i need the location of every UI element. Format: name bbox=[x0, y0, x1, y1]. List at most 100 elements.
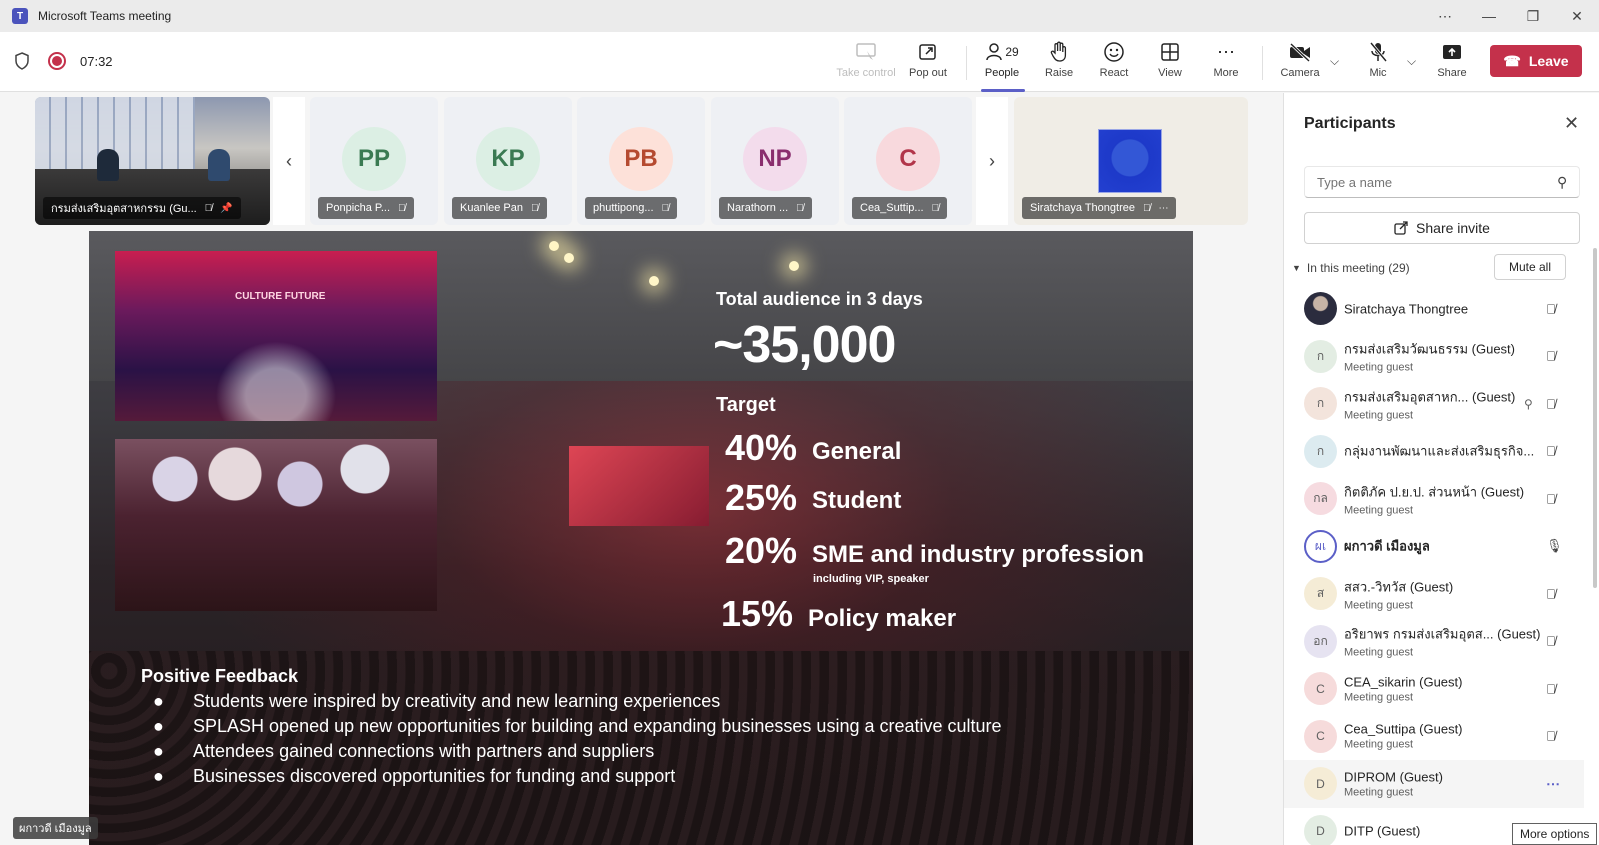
raise-hand-button[interactable]: Raise bbox=[1030, 40, 1088, 86]
mic-off-icon: 🎙̸ bbox=[661, 202, 670, 214]
ceiling-light bbox=[549, 241, 559, 251]
share-invite-button[interactable]: Share invite bbox=[1304, 212, 1580, 244]
mic-off-icon: 🎙̸ bbox=[204, 202, 213, 214]
event-photo-stage: CULTURE FUTURE bbox=[115, 251, 437, 421]
smiley-icon bbox=[1103, 40, 1125, 64]
share-button[interactable]: Share bbox=[1423, 40, 1481, 86]
participants-panel: Participants ✕ ⚲ Share invite ▼ In this … bbox=[1283, 93, 1599, 845]
avatar: PP bbox=[342, 127, 406, 191]
participant-name-tag: กรมส่งเสริมอุตสาหกรรม (Gu... 🎙̸ 📌 bbox=[43, 197, 241, 219]
target-category: General bbox=[812, 438, 902, 465]
more-button[interactable]: ⋯ More bbox=[1197, 40, 1255, 86]
participant-row[interactable]: ก กลุ่มงานพัฒนาและส่งเสริมธุรกิจ... 🎙̸ bbox=[1284, 428, 1584, 476]
people-button[interactable]: 29 People bbox=[973, 40, 1031, 92]
take-control-button[interactable]: Take control bbox=[836, 40, 896, 86]
search-icon[interactable]: ⚲ bbox=[1557, 174, 1567, 191]
toolbar-divider bbox=[1262, 46, 1263, 80]
target-category: Student bbox=[812, 487, 902, 514]
grid-view-icon bbox=[1160, 40, 1180, 64]
mic-off-icon: 🎙̸ bbox=[1546, 443, 1556, 459]
participant-tile[interactable]: KP Kuanlee Pan 🎙̸ bbox=[444, 97, 572, 225]
participant-row[interactable]: อก อริยาพร กรมส่งเสริมอุตส... (Guest) Mee… bbox=[1284, 618, 1584, 666]
share-icon bbox=[1441, 40, 1463, 64]
avatar: ก bbox=[1304, 434, 1337, 468]
participant-row[interactable]: C CEA_sikarin (Guest) Meeting guest 🎙̸ bbox=[1284, 665, 1584, 713]
feedback-item: ● Students were inspired by creativity an… bbox=[153, 691, 721, 711]
avatar: ผเ bbox=[1304, 529, 1337, 563]
more-options-icon[interactable]: ⋯ bbox=[1158, 203, 1168, 214]
participant-tile[interactable]: NP Narathorn ... 🎙̸ bbox=[711, 97, 839, 225]
react-button[interactable]: React bbox=[1085, 40, 1143, 86]
meeting-timer: 07:32 bbox=[80, 53, 113, 69]
participant-row[interactable]: ก กรมส่งเสริมอุตสาหก... (Guest) Meeting g… bbox=[1284, 380, 1584, 428]
target-category: SME and industry profession bbox=[812, 541, 1145, 568]
presenter-avatar-image bbox=[1098, 129, 1162, 193]
participant-row[interactable]: กล กิตติภัค ป.ย.ป. ส่วนหน้า (Guest) Meeti… bbox=[1284, 475, 1584, 523]
more-dots-icon: ⋯ bbox=[1217, 41, 1235, 62]
mic-off-icon: 🎙̸ bbox=[1546, 633, 1556, 649]
ceiling-light bbox=[564, 253, 574, 263]
leave-button[interactable]: ☎ Leave bbox=[1490, 45, 1582, 77]
strip-prev-chevron-icon[interactable]: ‹ bbox=[273, 97, 305, 225]
participant-row[interactable]: ส สสว.-วิทวัส (Guest) Meeting guest 🎙̸ bbox=[1284, 570, 1584, 618]
participant-name-tag: Siratchaya Thongtree 🎙̸ ⋯ bbox=[1022, 197, 1177, 219]
participant-tile-presenter[interactable]: Siratchaya Thongtree 🎙̸ ⋯ bbox=[1014, 97, 1248, 225]
audience-value: ~35,000 bbox=[713, 316, 896, 374]
window-title: Microsoft Teams meeting bbox=[38, 9, 172, 23]
participant-row[interactable]: Siratchaya Thongtree 🎙̸ bbox=[1284, 285, 1584, 333]
participant-tile[interactable]: PB phuttipong... 🎙̸ bbox=[577, 97, 705, 225]
participant-row[interactable]: ก กรมส่งเสริมวัฒนธรรม (Guest) Meeting gue… bbox=[1284, 333, 1584, 381]
strip-next-chevron-icon[interactable]: › bbox=[976, 97, 1008, 225]
mute-all-button[interactable]: Mute all bbox=[1494, 254, 1566, 280]
view-button[interactable]: View bbox=[1141, 40, 1199, 86]
mic-off-icon: 🎙̸ bbox=[1142, 202, 1151, 214]
in-meeting-section-toggle[interactable]: ▼ In this meeting (29) bbox=[1292, 261, 1410, 275]
target-percent: 40% bbox=[725, 427, 798, 468]
mic-off-icon: 🎙̸ bbox=[398, 202, 406, 214]
avatar: C bbox=[1304, 672, 1337, 706]
target-subnote: including VIP, speaker bbox=[813, 573, 929, 585]
close-icon[interactable]: ✕ bbox=[1564, 113, 1579, 134]
more-options-icon[interactable]: ⋯ bbox=[1546, 775, 1560, 792]
mic-on-icon: 🎙 bbox=[1546, 538, 1563, 554]
feedback-item: ● Businesses discovered opportunities for… bbox=[153, 766, 676, 786]
minimize-icon[interactable]: — bbox=[1467, 8, 1511, 24]
mic-options-chevron-icon[interactable]: ⌵ bbox=[1407, 54, 1416, 69]
share-invite-icon bbox=[1394, 221, 1408, 235]
meeting-stage: กรมส่งเสริมอุตสาหกรรม (Gu... 🎙̸ 📌 ‹ PP P… bbox=[0, 93, 1282, 845]
close-window-icon[interactable]: ✕ bbox=[1555, 8, 1599, 25]
camera-options-chevron-icon[interactable]: ⌵ bbox=[1330, 54, 1339, 69]
event-photo-crowd bbox=[115, 439, 437, 611]
mic-off-icon: 🎙̸ bbox=[1546, 681, 1556, 697]
avatar: C bbox=[876, 127, 940, 191]
pop-out-button[interactable]: Pop out bbox=[899, 40, 957, 86]
feedback-item: ● Attendees gained connections with partn… bbox=[153, 741, 655, 761]
search-input[interactable] bbox=[1304, 166, 1580, 198]
participant-name-tag: phuttipong... 🎙̸ bbox=[585, 197, 678, 219]
panel-scrollbar[interactable] bbox=[1593, 248, 1597, 588]
more-window-options-icon[interactable]: ⋯ bbox=[1423, 8, 1467, 25]
mic-button[interactable]: Mic bbox=[1349, 40, 1407, 86]
target-category: Policy maker bbox=[808, 605, 957, 632]
mic-off-icon bbox=[1368, 40, 1388, 64]
video-tile-room[interactable]: กรมส่งเสริมอุตสาหกรรม (Gu... 🎙̸ 📌 bbox=[35, 97, 270, 225]
mic-off-icon: 🎙̸ bbox=[1546, 728, 1556, 744]
avatar: ก bbox=[1304, 339, 1337, 373]
avatar: KP bbox=[476, 127, 540, 191]
avatar: ก bbox=[1304, 387, 1337, 421]
hang-up-icon: ☎ bbox=[1503, 52, 1521, 69]
participant-tile[interactable]: C Cea_Suttip... 🎙̸ bbox=[844, 97, 972, 225]
participant-row[interactable]: C Cea_Suttipa (Guest) Meeting guest 🎙̸ bbox=[1284, 713, 1584, 761]
participant-row[interactable]: D DIPROM (Guest) Meeting guest ⋯ bbox=[1284, 760, 1584, 808]
participant-name-tag: Narathorn ... 🎙̸ bbox=[719, 197, 812, 219]
caret-down-icon: ▼ bbox=[1292, 263, 1301, 273]
restore-icon[interactable]: ❐ bbox=[1511, 8, 1555, 25]
mic-off-icon: 🎙̸ bbox=[1546, 348, 1556, 364]
participant-tile[interactable]: PP Ponpicha P... 🎙̸ bbox=[310, 97, 438, 225]
target-percent: 15% bbox=[721, 593, 794, 634]
participant-list: Siratchaya Thongtree 🎙̸ ก กรมส่งเสริมวัฒ… bbox=[1284, 285, 1584, 845]
meeting-toolbar: 07:32 Take control Pop out 29 People Rai… bbox=[0, 32, 1599, 92]
participant-row[interactable]: ผเ ผกาวดี เมืองมูล 🎙 bbox=[1284, 523, 1584, 571]
shield-icon[interactable] bbox=[14, 52, 30, 70]
camera-button[interactable]: Camera bbox=[1271, 40, 1329, 86]
